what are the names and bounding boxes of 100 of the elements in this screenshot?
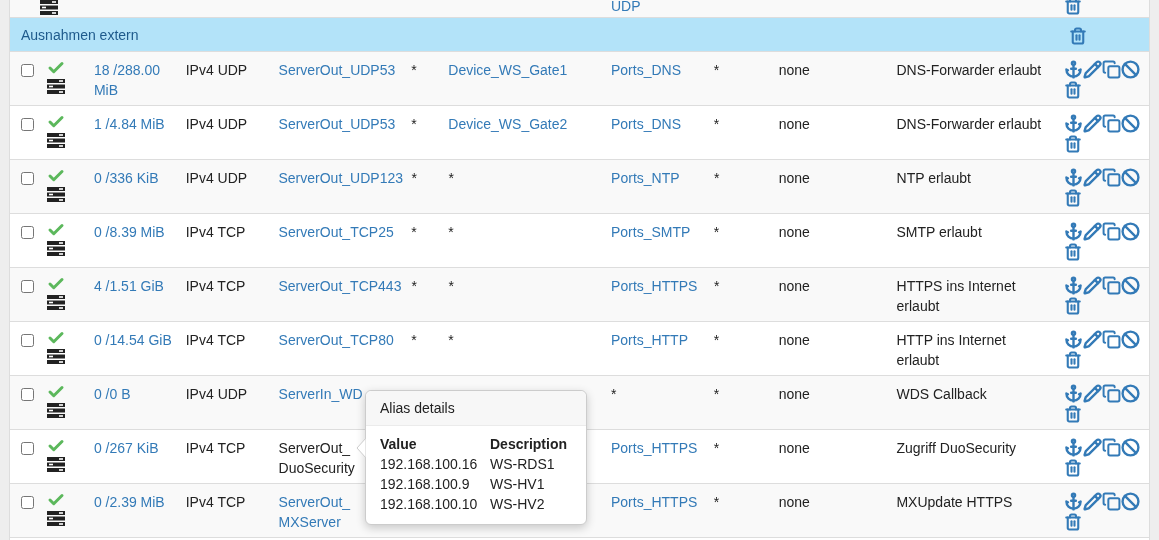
delete-icon[interactable] — [1069, 26, 1087, 45]
server-icon — [46, 241, 65, 256]
states-link[interactable]: 0 /8.39 MiB — [93, 222, 165, 242]
delete-icon[interactable] — [1064, 297, 1083, 315]
row-checkbox[interactable] — [21, 388, 34, 401]
destination-port-cell[interactable]: Ports_DNS — [610, 60, 681, 80]
destination-port-cell[interactable]: Ports_HTTPS — [610, 438, 698, 458]
destination-cell-text: * — [448, 331, 454, 350]
copy-icon[interactable] — [1102, 276, 1122, 295]
disable-icon[interactable] — [1121, 438, 1141, 457]
delete-icon[interactable] — [1064, 513, 1083, 531]
queue-cell-text: none — [778, 277, 810, 296]
copy-icon[interactable] — [1102, 168, 1122, 187]
edit-icon[interactable] — [1083, 60, 1103, 79]
row-checkbox[interactable] — [21, 496, 34, 509]
edit-icon[interactable] — [1083, 276, 1103, 295]
source-link[interactable]: ServerOut_TCP443 — [278, 276, 402, 296]
disable-icon[interactable] — [1121, 492, 1141, 511]
source-link[interactable]: ServerOut_TCP25 — [278, 222, 394, 242]
destination-port-cell[interactable]: Ports_HTTP — [610, 330, 688, 350]
states-link[interactable]: 4 /1.51 GiB — [93, 276, 164, 296]
states-link[interactable]: 0 /336 KiB — [93, 168, 159, 188]
edit-icon[interactable] — [1083, 330, 1103, 349]
anchor-icon[interactable] — [1064, 276, 1084, 295]
row-checkbox[interactable] — [21, 172, 34, 185]
gateway-cell-text: * — [713, 331, 720, 350]
destination-port-cell[interactable]: Ports_HTTPS — [611, 276, 698, 296]
anchor-icon[interactable] — [1064, 384, 1084, 403]
delete-icon[interactable] — [1064, 189, 1083, 207]
edit-icon[interactable] — [1083, 384, 1103, 403]
destination-cell-text: * — [448, 277, 454, 296]
copy-icon[interactable] — [1102, 330, 1122, 349]
edit-icon[interactable] — [1083, 492, 1103, 511]
gateway-cell-text: * — [713, 493, 720, 512]
anchor-icon[interactable] — [1064, 114, 1084, 133]
destination-cell[interactable]: Device_WS_Gate1 — [448, 60, 568, 80]
copy-icon[interactable] — [1102, 222, 1122, 241]
copy-icon[interactable] — [1102, 60, 1122, 79]
server-icon — [46, 295, 65, 310]
edit-icon[interactable] — [1083, 438, 1103, 457]
protocol-cell-text: IPv4 UDP — [185, 385, 248, 404]
table-cell-link[interactable]: UDP — [610, 0, 641, 16]
states-link[interactable]: 0 /0 B — [93, 384, 131, 404]
disable-icon[interactable] — [1121, 330, 1141, 349]
description-cell-text: DNS-Forwarder erlaubt — [896, 61, 1042, 80]
anchor-icon[interactable] — [1064, 492, 1084, 511]
source-link[interactable]: ServerOut_UDP123 — [278, 168, 403, 188]
states-link[interactable]: 0 /14.54 GiB — [93, 330, 172, 350]
states-link[interactable]: 18 /288.00 MiB — [93, 60, 178, 100]
disable-icon[interactable] — [1121, 60, 1141, 79]
disable-icon[interactable] — [1121, 114, 1141, 133]
copy-icon[interactable] — [1102, 438, 1122, 457]
copy-icon[interactable] — [1102, 492, 1122, 511]
anchor-icon[interactable] — [1064, 60, 1084, 79]
disable-icon[interactable] — [1121, 168, 1141, 187]
group-title: Ausnahmen extern — [21, 25, 139, 45]
edit-icon[interactable] — [1083, 168, 1103, 187]
anchor-icon[interactable] — [1064, 330, 1084, 349]
states-link[interactable]: 0 /267 KiB — [93, 438, 159, 458]
delete-icon[interactable] — [1064, 0, 1083, 15]
destination-cell[interactable]: Device_WS_Gate2 — [448, 114, 568, 134]
gateway-cell-text: * — [713, 277, 720, 296]
copy-icon[interactable] — [1102, 114, 1122, 133]
server-icon — [46, 403, 65, 418]
delete-icon[interactable] — [1064, 405, 1083, 423]
destination-port-cell[interactable]: Ports_DNS — [610, 114, 681, 134]
edit-icon[interactable] — [1083, 114, 1103, 133]
delete-icon[interactable] — [1064, 459, 1083, 477]
edit-icon[interactable] — [1083, 222, 1103, 241]
destination-port-cell[interactable]: Ports_HTTPS — [610, 492, 698, 512]
table-cell-text: WS-HV1 — [490, 475, 545, 494]
delete-icon[interactable] — [1064, 351, 1083, 369]
row-checkbox[interactable] — [21, 280, 34, 293]
row-checkbox[interactable] — [21, 118, 34, 131]
server-icon — [46, 457, 65, 472]
source-link[interactable]: ServerIn_WD — [278, 384, 363, 404]
destination-port-cell[interactable]: Ports_NTP — [611, 168, 680, 188]
anchor-icon[interactable] — [1064, 438, 1084, 457]
anchor-icon[interactable] — [1064, 168, 1084, 187]
disable-icon[interactable] — [1121, 384, 1141, 403]
anchor-icon[interactable] — [1064, 222, 1084, 241]
server-icon — [46, 133, 65, 148]
source-link[interactable]: ServerOut_UDP53 — [278, 60, 396, 80]
states-link[interactable]: 0 /2.39 MiB — [93, 492, 165, 512]
disable-icon[interactable] — [1121, 276, 1141, 295]
row-checkbox[interactable] — [21, 64, 34, 77]
source-link[interactable]: ServerOut_TCP80 — [278, 330, 394, 350]
source-link[interactable]: ServerOut_UDP53 — [278, 114, 396, 134]
row-checkbox[interactable] — [21, 334, 34, 347]
delete-icon[interactable] — [1064, 243, 1083, 261]
delete-icon[interactable] — [1064, 81, 1083, 99]
copy-icon[interactable] — [1102, 384, 1122, 403]
port-cell-text: * — [411, 331, 417, 350]
destination-port-cell[interactable]: Ports_SMTP — [610, 222, 691, 242]
row-checkbox[interactable] — [21, 442, 34, 455]
delete-icon[interactable] — [1064, 135, 1083, 153]
states-link[interactable]: 1 /4.84 MiB — [93, 114, 165, 134]
row-checkbox[interactable] — [21, 226, 34, 239]
port-cell-text: * — [411, 169, 417, 188]
disable-icon[interactable] — [1121, 222, 1141, 241]
